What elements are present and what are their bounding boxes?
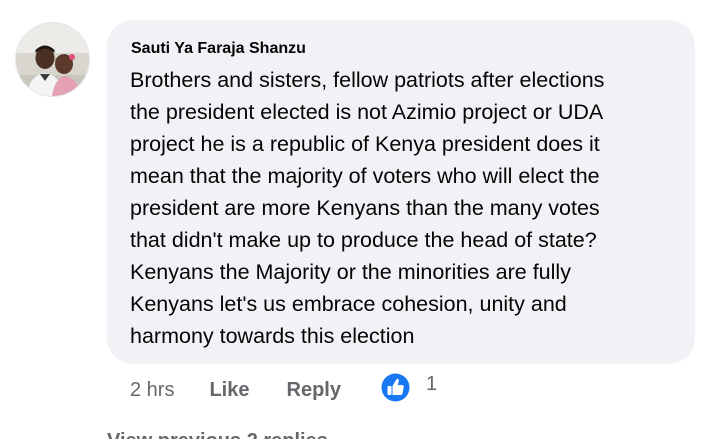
like-reaction-icon[interactable] [379,371,412,404]
comment-timestamp[interactable]: 2 hrs [130,379,174,402]
comment-text-line: project he is a republic of Kenya presid… [130,132,600,156]
view-previous-replies-link[interactable]: View previous 2 replies [107,430,328,439]
avatar[interactable] [16,23,89,96]
comment-text-line: Kenyans the Majority or the minorities a… [130,260,571,284]
comment-bubble: Sauti Ya Faraja Shanzu Brothers and sist… [107,20,695,364]
comment-actions: 2 hrs Like Reply [130,375,361,405]
avatar-photo-icon [16,23,89,96]
comment-author[interactable]: Sauti Ya Faraja Shanzu [131,40,306,58]
comment-text-line: that didn't make up to produce the head … [130,228,597,252]
like-button[interactable]: Like [209,379,249,402]
reaction-count[interactable]: 1 [426,373,437,396]
comment-text-line: harmony towards this election [130,324,415,348]
comment-text-line: Brothers and sisters, fellow patriots af… [130,68,605,92]
comment-text-line: Kenyans let's us embrace cohesion, unity… [130,292,567,316]
comment-thread: Sauti Ya Faraja Shanzu Brothers and sist… [0,0,719,439]
comment-text: Brothers and sisters, fellow patriots af… [130,64,690,352]
reply-button[interactable]: Reply [287,379,341,402]
comment-text-line: the president elected is not Azimio proj… [130,100,604,124]
comment-text-line: mean that the majority of voters who wil… [130,164,600,188]
comment-text-line: president are more Kenyans than the many… [130,196,600,220]
